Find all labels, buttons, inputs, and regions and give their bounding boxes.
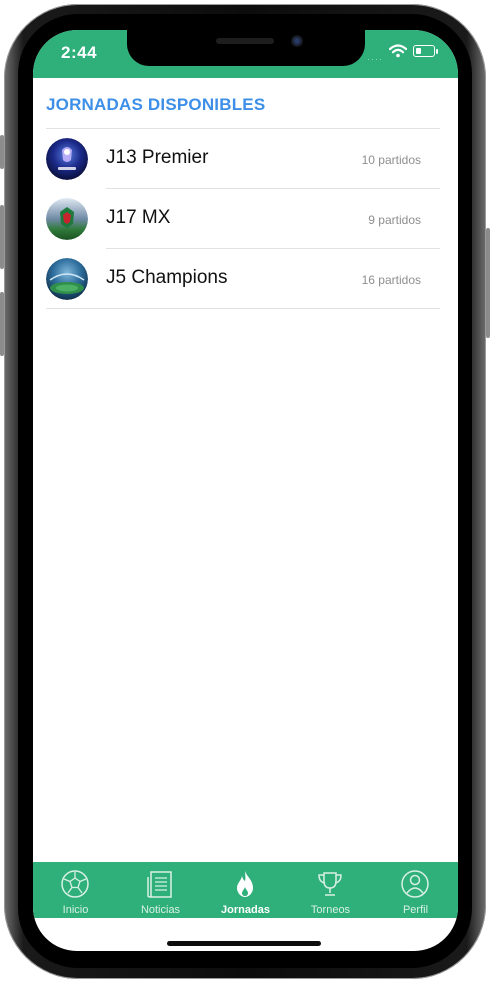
volume-down-button — [0, 292, 4, 356]
row-divider — [46, 308, 440, 309]
power-button — [486, 228, 490, 338]
premier-league-avatar — [46, 138, 88, 180]
flame-icon — [237, 871, 253, 897]
status-time: 2:44 — [61, 43, 98, 62]
trophy-icon — [318, 872, 342, 896]
match-count: 9 partidos — [368, 213, 421, 227]
app-screen: 2:44 ···· JORNADAS DISPONIBLES J13 Premi… — [33, 30, 458, 951]
tab-torneos[interactable]: Torneos — [288, 862, 373, 918]
profile-icon — [401, 870, 429, 898]
tab-noticias[interactable]: Noticias — [118, 862, 203, 918]
wifi-icon — [389, 44, 407, 58]
tab-perfil[interactable]: Perfil — [373, 862, 458, 918]
page-title: JORNADAS DISPONIBLES — [46, 95, 266, 114]
tab-label: Torneos — [310, 904, 351, 916]
match-count: 16 partidos — [361, 273, 421, 287]
tab-label: Noticias — [140, 904, 181, 916]
newspaper-icon — [147, 871, 172, 898]
jornada-name: J13 Premier — [106, 147, 209, 168]
tab-label: Inicio — [62, 904, 89, 916]
speaker-grille — [216, 38, 274, 44]
tab-bar: Inicio Noticias Jornadas Torneos Perfil — [33, 862, 458, 918]
list-item-j5-champions[interactable]: J5 Champions 16 partidos — [33, 249, 458, 309]
status-bar: 2:44 ···· — [33, 30, 458, 78]
mute-switch — [0, 135, 4, 169]
notch — [127, 30, 365, 66]
jornada-name: J5 Champions — [106, 267, 228, 288]
battery-tip — [436, 49, 438, 54]
liga-mx-avatar — [46, 198, 88, 240]
tab-inicio[interactable]: Inicio — [33, 862, 118, 918]
cellular-signal-icon: ···· — [367, 54, 383, 64]
tab-label: Perfil — [402, 904, 429, 916]
tab-jornadas[interactable]: Jornadas — [203, 862, 288, 918]
volume-up-button — [0, 205, 4, 269]
list-item-j13-premier[interactable]: J13 Premier 10 partidos — [33, 129, 458, 189]
soccer-ball-icon — [61, 870, 89, 898]
battery-icon — [413, 45, 435, 57]
list-item-j17-mx[interactable]: J17 MX 9 partidos — [33, 189, 458, 249]
champions-stadium-avatar — [46, 258, 88, 300]
front-camera — [291, 35, 303, 47]
tab-label: Jornadas — [221, 904, 270, 916]
home-indicator[interactable] — [167, 941, 321, 946]
match-count: 10 partidos — [361, 153, 421, 167]
jornada-name: J17 MX — [106, 207, 171, 228]
jornadas-list: J13 Premier 10 partidos J17 MX 9 partido… — [33, 129, 458, 309]
